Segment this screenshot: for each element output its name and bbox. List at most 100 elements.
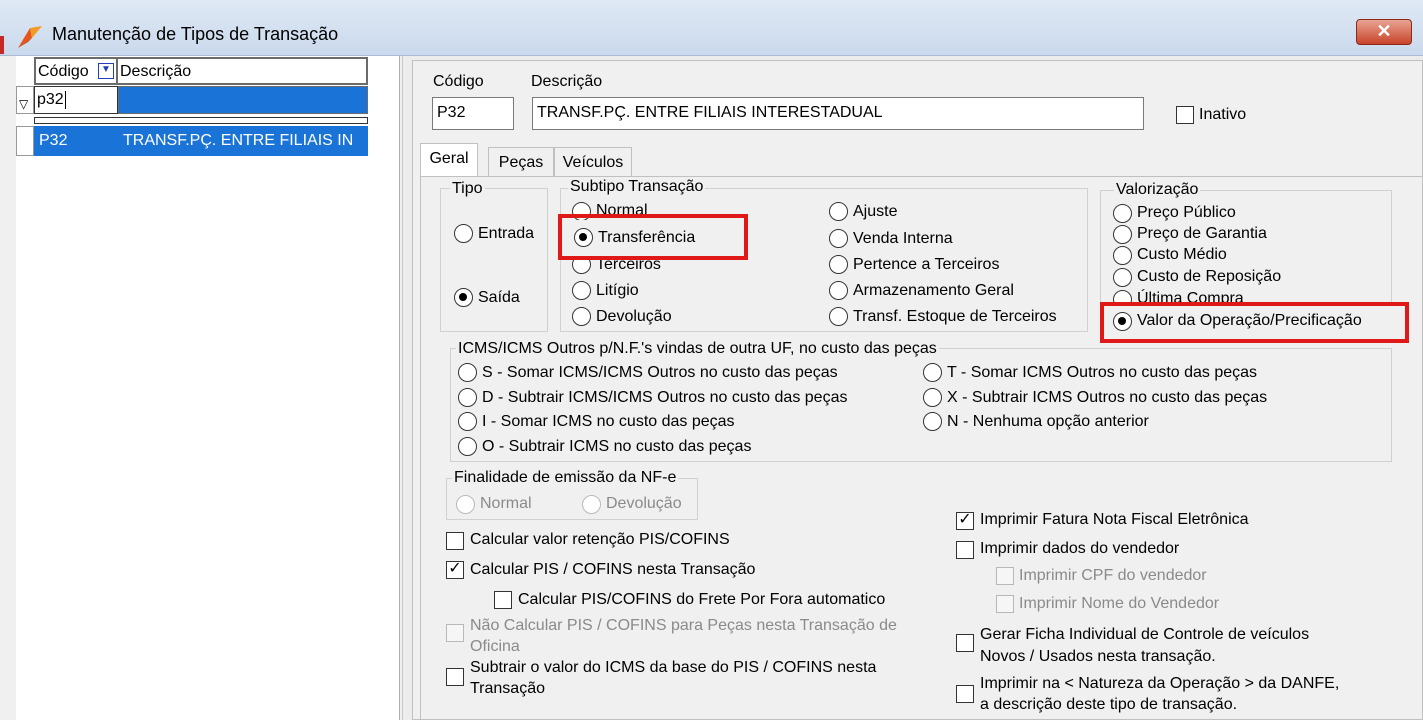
tipo-saida-radio[interactable] <box>454 288 473 307</box>
tab-pecas[interactable]: Peças <box>488 147 554 177</box>
finalidade-normal-radio[interactable] <box>456 495 475 514</box>
tipo-legend: Tipo <box>450 180 485 198</box>
subtipo-ajuste-label: Ajuste <box>853 203 898 220</box>
imprimir-vendedor-label: Imprimir dados do vendedor <box>980 540 1180 557</box>
imprimir-cpf-checkbox[interactable] <box>996 567 1014 585</box>
transferencia-highlight <box>558 214 748 260</box>
imprimir-nome-checkbox[interactable] <box>996 595 1014 613</box>
valorizacao-preco-garantia-radio[interactable] <box>1113 225 1132 244</box>
icms-t-radio[interactable] <box>923 363 942 382</box>
subtipo-devolucao-radio[interactable] <box>572 307 591 326</box>
icms-n-radio[interactable] <box>923 412 942 431</box>
subtipo-venda-interna-radio[interactable] <box>829 229 848 248</box>
imprimir-natureza-checkbox[interactable] <box>956 685 974 703</box>
gerar-ficha-line2: Novos / Usados nesta transação. <box>980 648 1216 665</box>
row-codigo: P32 <box>39 132 68 149</box>
descricao-label: Descrição <box>531 73 603 90</box>
icms-x-radio[interactable] <box>923 388 942 407</box>
icms-o-radio[interactable] <box>458 437 477 456</box>
grid-header-codigo[interactable]: Código ▼ <box>34 57 118 85</box>
grid-header-descricao[interactable]: Descrição <box>116 57 368 85</box>
valorizacao-preco-garantia-label: Preço de Garantia <box>1137 225 1267 242</box>
icms-legend: ICMS/ICMS Outros p/N.F.'s vindas de outr… <box>456 340 939 358</box>
icms-i-label: I - Somar ICMS no custo das peças <box>482 413 735 430</box>
grid-header-descricao-label: Descrição <box>120 63 192 80</box>
icms-n-label: N - Nenhuma opção anterior <box>947 413 1149 430</box>
valorizacao-custo-medio-label: Custo Médio <box>1137 246 1227 263</box>
valorizacao-custo-reposicao-radio[interactable] <box>1113 268 1132 287</box>
frete-por-fora-label: Calcular PIS/COFINS do Frete Por Fora au… <box>518 591 886 608</box>
icms-d-radio[interactable] <box>458 388 477 407</box>
row-indicator <box>16 126 34 156</box>
subtipo-litigio-label: Litígio <box>596 282 639 299</box>
icms-i-radio[interactable] <box>458 412 477 431</box>
icms-s-radio[interactable] <box>458 363 477 382</box>
tipo-entrada-radio[interactable] <box>454 224 473 243</box>
imprimir-fatura-checkbox[interactable]: ✓ <box>956 512 974 530</box>
subtipo-devolucao-label: Devolução <box>596 308 672 325</box>
subtipo-armazenamento-radio[interactable] <box>829 281 848 300</box>
finalidade-devolucao-label: Devolução <box>606 495 682 512</box>
subtipo-legend: Subtipo Transação <box>568 178 706 196</box>
tab-pecas-label: Peças <box>498 154 544 171</box>
tipo-entrada-label: Entrada <box>478 225 535 242</box>
icms-t-label: T - Somar ICMS Outros no custo das peças <box>947 364 1258 381</box>
grid-divider <box>34 117 368 124</box>
subtrair-icms-line1: Subtrair o valor do ICMS da base do PIS … <box>470 659 877 676</box>
finalidade-devolucao-radio[interactable] <box>582 495 601 514</box>
grid-header-codigo-label: Código <box>38 63 89 80</box>
filter-row-indicator: ▽ <box>16 86 34 114</box>
app-icon <box>18 26 42 48</box>
subtrair-icms-checkbox[interactable] <box>446 668 464 686</box>
filter-icon: ▽ <box>19 97 29 111</box>
gerar-ficha-line1: Gerar Ficha Individual de Controle de ve… <box>980 626 1310 643</box>
imprimir-natureza-line1: Imprimir na < Natureza da Operação > da … <box>980 675 1340 692</box>
subtipo-transf-estoque-label: Transf. Estoque de Terceiros <box>853 308 1057 325</box>
subtipo-armazenamento-label: Armazenamento Geral <box>853 282 1014 299</box>
frete-por-fora-checkbox[interactable] <box>494 591 512 609</box>
tab-veiculos[interactable]: Veículos <box>554 147 632 177</box>
nao-calcular-line1: Não Calcular PIS / COFINS para Peças nes… <box>470 617 897 634</box>
imprimir-nome-label: Imprimir Nome do Vendedor <box>1019 595 1220 612</box>
tab-geral[interactable]: Geral <box>420 143 478 176</box>
filter-dropdown-icon[interactable]: ▼ <box>98 63 114 79</box>
valorizacao-custo-medio-radio[interactable] <box>1113 246 1132 265</box>
valorizacao-legend: Valorização <box>1114 181 1201 199</box>
table-row[interactable]: P32 TRANSF.PÇ. ENTRE FILIAIS IN <box>34 126 368 156</box>
codigo-label: Código <box>433 73 484 90</box>
window-title: Manutenção de Tipos de Transação <box>52 24 339 44</box>
inativo-checkbox[interactable] <box>1176 106 1194 124</box>
tipo-group <box>440 188 548 332</box>
valor-operacao-highlight <box>1100 302 1409 343</box>
tab-geral-label: Geral <box>429 150 469 167</box>
subtipo-transf-estoque-radio[interactable] <box>829 307 848 326</box>
filter-input-codigo[interactable]: p32 <box>34 86 118 114</box>
calcular-pis-cofins-checkbox[interactable]: ✓ <box>446 561 464 579</box>
valorizacao-preco-publico-radio[interactable] <box>1113 204 1132 223</box>
retencao-pis-cofins-checkbox[interactable] <box>446 532 464 550</box>
imprimir-vendedor-checkbox[interactable] <box>956 541 974 559</box>
imprimir-fatura-label: Imprimir Fatura Nota Fiscal Eletrônica <box>980 511 1249 528</box>
descricao-field[interactable]: TRANSF.PÇ. ENTRE FILIAIS INTERESTADUAL <box>532 97 1144 130</box>
subtipo-litigio-radio[interactable] <box>572 281 591 300</box>
valorizacao-preco-publico-label: Preço Público <box>1137 204 1236 221</box>
subtipo-pertence-terceiros-radio[interactable] <box>829 255 848 274</box>
finalidade-legend: Finalidade de emissão da NF-e <box>452 469 679 487</box>
nao-calcular-pis-cofins-checkbox[interactable] <box>446 624 464 642</box>
gerar-ficha-checkbox[interactable] <box>956 634 974 652</box>
subtipo-pertence-terceiros-label: Pertence a Terceiros <box>853 256 1000 273</box>
icms-s-label: S - Somar ICMS/ICMS Outros no custo das … <box>482 364 838 381</box>
subtipo-venda-interna-label: Venda Interna <box>853 230 953 247</box>
calcular-pis-cofins-label: Calcular PIS / COFINS nesta Transação <box>470 561 756 578</box>
row-descricao: TRANSF.PÇ. ENTRE FILIAIS IN <box>123 132 354 149</box>
icms-d-label: D - Subtrair ICMS/ICMS Outros no custo d… <box>482 389 848 406</box>
inativo-label: Inativo <box>1199 106 1247 123</box>
filter-input-descricao[interactable] <box>118 86 368 114</box>
tipo-saida-label: Saída <box>478 289 520 306</box>
subtipo-ajuste-radio[interactable] <box>829 202 848 221</box>
subtrair-icms-line2: Transação <box>470 680 545 697</box>
imprimir-cpf-label: Imprimir CPF do vendedor <box>1019 567 1207 584</box>
codigo-field[interactable]: P32 <box>432 97 514 130</box>
finalidade-normal-label: Normal <box>480 495 532 512</box>
close-button[interactable]: ✕ <box>1356 19 1412 45</box>
